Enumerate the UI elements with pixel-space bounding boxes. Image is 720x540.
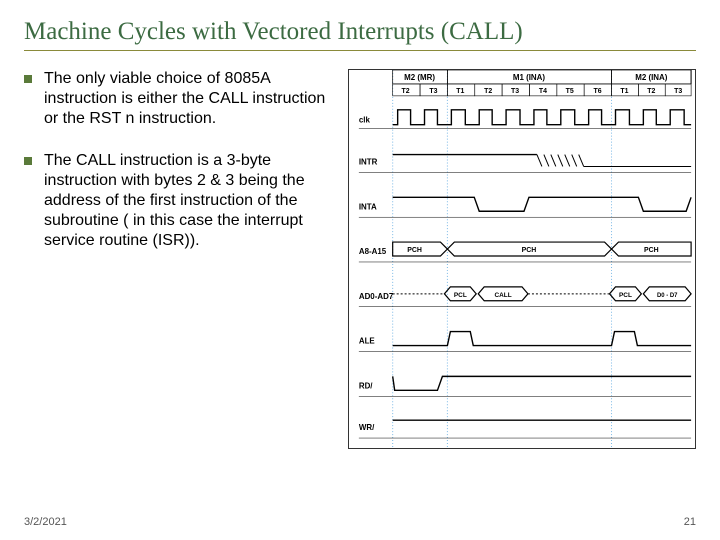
footer: 3/2/2021 21	[24, 516, 696, 528]
timing-svg: M2 (MR) M1 (INA) M2 (INA) T2 T3 T1 T2	[349, 70, 695, 448]
svg-text:T3: T3	[511, 88, 519, 95]
bus-label: PCH	[644, 247, 659, 254]
bus-label: PCH	[407, 247, 422, 254]
slide-title: Machine Cycles with Vectored Interrupts …	[24, 18, 696, 51]
square-bullet-icon	[24, 75, 32, 83]
timing-diagram: M2 (MR) M1 (INA) M2 (INA) T2 T3 T1 T2	[348, 69, 696, 449]
svg-text:T1: T1	[456, 88, 464, 95]
signal-label: AD0-AD7	[359, 292, 394, 301]
cycle-label: M2 (INA)	[635, 73, 668, 82]
signal-label: clk	[359, 116, 371, 125]
bullet-text: The only viable choice of 8085A instruct…	[44, 69, 334, 129]
list-item: The only viable choice of 8085A instruct…	[24, 69, 334, 129]
signal-label: A8-A15	[359, 247, 387, 256]
bullet-list: The only viable choice of 8085A instruct…	[24, 69, 334, 449]
svg-text:T2: T2	[647, 88, 655, 95]
cycle-label: M1 (INA)	[513, 73, 546, 82]
bullet-text: The CALL instruction is a 3-byte instruc…	[44, 151, 334, 251]
footer-date: 3/2/2021	[24, 516, 67, 528]
svg-text:T2: T2	[402, 88, 410, 95]
svg-text:T5: T5	[566, 88, 574, 95]
bus-label: PCL	[454, 292, 467, 299]
signal-label: ALE	[359, 337, 375, 346]
svg-text:T6: T6	[594, 88, 602, 95]
svg-text:T4: T4	[539, 88, 547, 95]
signal-label: INTR	[359, 158, 378, 167]
bus-label: D0 - D7	[657, 293, 678, 299]
svg-text:T3: T3	[429, 88, 437, 95]
bus-label: CALL	[494, 292, 511, 299]
footer-page: 21	[684, 516, 696, 528]
signal-label: INTA	[359, 202, 377, 211]
bus-label: PCL	[619, 292, 632, 299]
signal-label: WR/	[359, 423, 375, 432]
signal-label: RD/	[359, 381, 373, 390]
svg-text:T1: T1	[620, 88, 628, 95]
tstate-row: T2 T3 T1 T2 T3 T4 T5 T6 T1 T2 T3	[393, 84, 691, 96]
square-bullet-icon	[24, 157, 32, 165]
svg-text:T2: T2	[484, 88, 492, 95]
bus-label: PCH	[522, 247, 537, 254]
content-area: The only viable choice of 8085A instruct…	[24, 69, 696, 449]
title-text: Machine Cycles with Vectored Interrupts …	[24, 18, 523, 45]
cycle-label: M2 (MR)	[404, 73, 435, 82]
list-item: The CALL instruction is a 3-byte instruc…	[24, 151, 334, 251]
svg-text:T3: T3	[674, 88, 682, 95]
